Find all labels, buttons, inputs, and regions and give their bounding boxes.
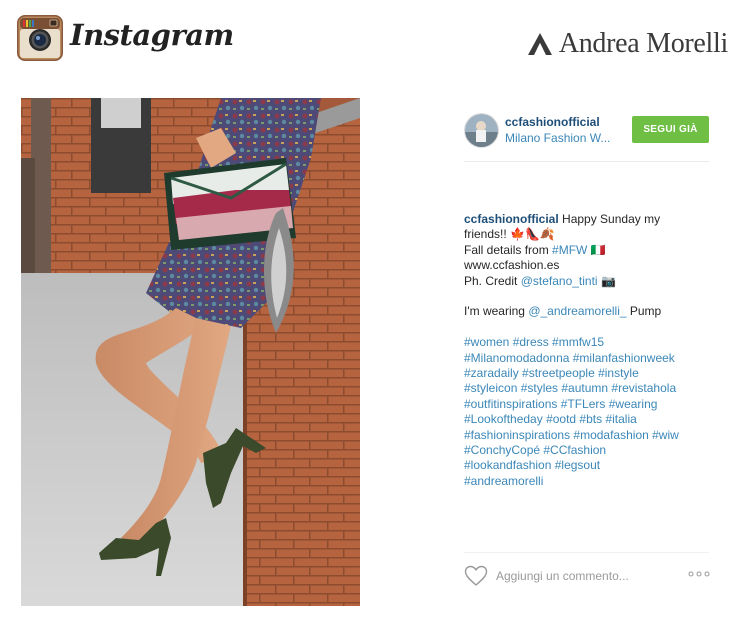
mention-link[interactable]: @stefano_tinti: [521, 274, 598, 288]
header-divider: [464, 161, 709, 162]
brand-logo: Andrea Morelli: [527, 28, 728, 60]
avatar-image: [465, 114, 498, 147]
andrea-morelli-logo-icon: [527, 33, 552, 55]
comment-input[interactable]: [496, 568, 656, 584]
mention-link[interactable]: @_andreamorelli_: [528, 304, 626, 318]
caption-username[interactable]: ccfashionofficial: [464, 212, 559, 226]
top-bar: Instagram Andrea Morelli: [0, 0, 746, 80]
caption-line: Fall details from #MFW 🇮🇹: [464, 243, 709, 258]
caption-line: ccfashionofficial Happy Sunday my: [464, 212, 709, 227]
caption-text: 📷: [597, 273, 616, 288]
caption-gap: [464, 320, 709, 335]
caption-text: 🇮🇹: [587, 242, 606, 257]
post-image: [21, 98, 360, 606]
hashtag-link[interactable]: #MFW: [552, 243, 587, 257]
hashtag-line[interactable]: #Milanomodadonna #milanfashionweek: [464, 351, 709, 366]
hashtag-line[interactable]: #lookandfashion #legsout: [464, 458, 709, 473]
caption-line: I'm wearing @_andreamorelli_ Pump: [464, 304, 709, 319]
avatar[interactable]: [464, 113, 499, 148]
post-username[interactable]: ccfashionofficial: [505, 115, 600, 129]
instagram-camera-icon[interactable]: [17, 15, 63, 61]
follow-button[interactable]: SEGUI GIÀ: [632, 116, 709, 143]
post-caption: ccfashionofficial Happy Sunday my friend…: [464, 212, 709, 489]
instagram-wordmark[interactable]: Instagram: [70, 18, 234, 52]
hashtag-line[interactable]: #fashioninspirations #modafashion #wiw: [464, 428, 709, 443]
brand-name: Andrea Morelli: [558, 28, 728, 59]
post-location[interactable]: Milano Fashion W...: [505, 131, 610, 145]
hashtag-line[interactable]: #Lookoftheday #ootd #bts #italia: [464, 412, 709, 427]
caption-line: Ph. Credit @stefano_tinti 📷: [464, 274, 709, 289]
hashtag-line[interactable]: #styleicon #styles #autumn #revistahola: [464, 381, 709, 396]
caption-text: Happy Sunday my: [562, 212, 661, 226]
post-photo[interactable]: [21, 98, 360, 606]
hashtag-line[interactable]: #outfitinspirations #TFLers #wearing: [464, 397, 709, 412]
caption-line: friends!! 🍁👠🍂: [464, 227, 555, 242]
hashtag-line[interactable]: #andreamorelli: [464, 474, 709, 489]
comment-divider: [464, 552, 709, 553]
heart-icon[interactable]: [464, 565, 488, 587]
hashtag-line[interactable]: #zaradaily #streetpeople #instyle: [464, 366, 709, 381]
caption-text: Pump: [626, 304, 662, 319]
hashtag-line[interactable]: #women #dress #mmfw15: [464, 335, 709, 350]
more-options-icon[interactable]: [688, 570, 710, 578]
post-panel: ccfashionofficial Milano Fashion W... SE…: [464, 98, 710, 606]
post-header: ccfashionofficial Milano Fashion W... SE…: [464, 113, 709, 161]
caption-text: Fall details from: [464, 242, 553, 257]
hashtag-line[interactable]: #ConchyCopé #CCfashion: [464, 443, 709, 458]
caption-text: I'm wearing: [464, 304, 529, 319]
caption-text: Ph. Credit: [464, 273, 521, 288]
caption-line: www.ccfashion.es: [464, 258, 560, 273]
caption-gap: [464, 289, 709, 304]
